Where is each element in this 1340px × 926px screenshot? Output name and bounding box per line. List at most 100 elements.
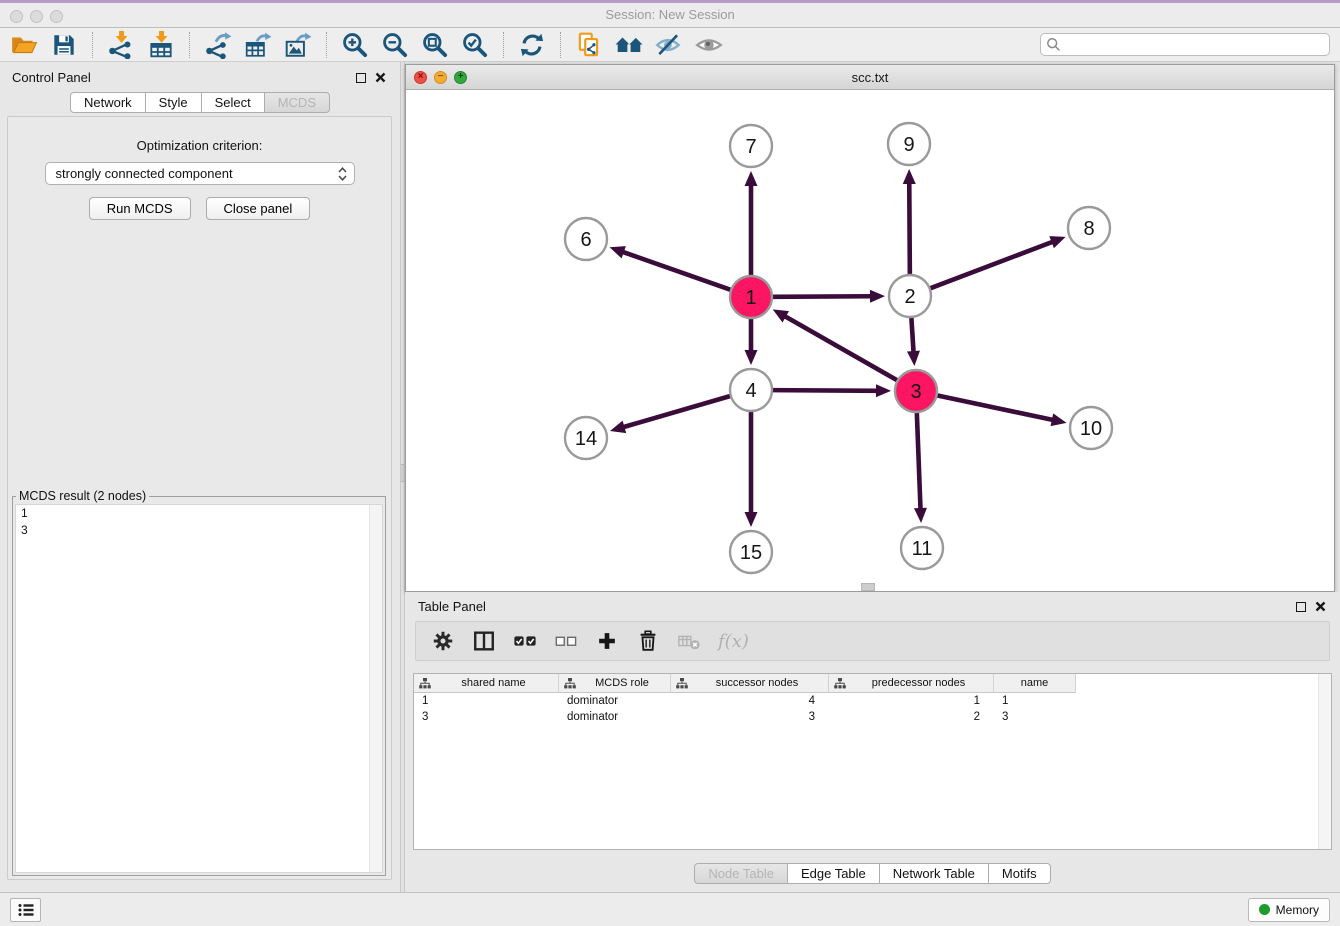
result-scrollbar[interactable]	[369, 505, 382, 872]
graph-edge-3-10[interactable]	[938, 396, 1054, 421]
refresh-layout-icon[interactable]	[518, 31, 546, 59]
new-network-from-selection-icon[interactable]	[575, 31, 603, 59]
mcds-result-list[interactable]: 1 3	[15, 504, 383, 873]
zoom-window-icon[interactable]	[50, 10, 63, 23]
float-table-panel-icon[interactable]	[1296, 602, 1306, 612]
tab-edge-table[interactable]: Edge Table	[787, 863, 880, 884]
graph-edge-2-8[interactable]	[931, 241, 1054, 288]
search-input[interactable]	[1040, 33, 1330, 56]
status-bar: Memory	[0, 892, 1340, 926]
add-row-icon[interactable]	[595, 629, 619, 653]
network-close-icon[interactable]: ×	[414, 71, 427, 84]
show-all-eye-icon[interactable]	[695, 31, 723, 59]
import-table-icon[interactable]	[147, 31, 175, 59]
graph-node-label: 3	[910, 381, 921, 403]
tab-mcds[interactable]: MCDS	[264, 92, 330, 113]
network-graph[interactable]: 7968124314101511	[406, 90, 1334, 591]
column-header-predecessor-nodes[interactable]: predecessor nodes	[829, 674, 994, 693]
memory-button[interactable]: Memory	[1248, 898, 1330, 922]
column-header-name[interactable]: name	[994, 674, 1076, 693]
zoom-selected-icon[interactable]	[461, 31, 489, 59]
graph-edge-2-9[interactable]	[909, 182, 910, 274]
graph-edge-4-3[interactable]	[773, 390, 878, 391]
graph-edge-3-1[interactable]	[784, 316, 897, 380]
tab-node-table[interactable]: Node Table	[694, 863, 788, 884]
hierarchy-icon	[676, 678, 688, 689]
delete-table-icon[interactable]	[677, 629, 701, 653]
network-window-title: scc.txt	[406, 70, 1334, 85]
run-mcds-button[interactable]: Run MCDS	[89, 197, 191, 220]
column-header-successor-nodes[interactable]: successor nodes	[671, 674, 829, 693]
cell-predecessor-nodes[interactable]: 2	[829, 709, 994, 725]
cell-shared-name[interactable]: 3	[414, 709, 559, 725]
cell-mcds-role[interactable]: dominator	[559, 709, 671, 725]
minimize-window-icon[interactable]	[30, 10, 43, 23]
tab-style[interactable]: Style	[145, 92, 202, 113]
first-neighbors-houses-icon[interactable]	[615, 31, 643, 59]
tab-network-table[interactable]: Network Table	[879, 863, 989, 884]
toggle-column-display-icon[interactable]	[472, 629, 496, 653]
zoom-fit-icon[interactable]	[421, 31, 449, 59]
graph-edge-1-6[interactable]	[622, 252, 730, 290]
table-row[interactable]: 1 dominator 4 1 1	[414, 693, 1331, 709]
import-network-icon[interactable]	[107, 31, 135, 59]
column-settings-gear-icon[interactable]	[431, 629, 455, 653]
zoom-in-icon[interactable]	[341, 31, 369, 59]
tab-motifs[interactable]: Motifs	[988, 863, 1051, 884]
cell-successor-nodes[interactable]: 4	[671, 693, 829, 709]
save-session-icon[interactable]	[50, 31, 78, 59]
graph-node-label: 2	[904, 286, 915, 308]
graph-edge-3-11[interactable]	[917, 413, 921, 510]
export-network-icon[interactable]	[204, 31, 232, 59]
hide-selected-eye-slash-icon[interactable]	[655, 31, 683, 59]
network-minimize-icon[interactable]: −	[434, 71, 447, 84]
cell-name[interactable]: 1	[994, 693, 1076, 709]
tab-select[interactable]: Select	[201, 92, 265, 113]
float-panel-icon[interactable]	[356, 73, 366, 83]
table-row[interactable]: 3 dominator 3 2 3	[414, 709, 1331, 725]
graph-edge-arrowhead	[745, 171, 758, 186]
cell-mcds-role[interactable]: dominator	[559, 693, 671, 709]
deselect-all-rows-icon[interactable]	[554, 629, 578, 653]
search-box[interactable]	[1040, 33, 1330, 56]
cell-predecessor-nodes[interactable]: 1	[829, 693, 994, 709]
column-header-shared-name[interactable]: shared name	[414, 674, 559, 693]
control-panel-title: Control Panel	[12, 70, 91, 85]
main-toolbar	[0, 28, 1340, 62]
export-image-icon[interactable]	[284, 31, 312, 59]
close-panel-icon[interactable]	[375, 72, 386, 83]
task-history-button[interactable]	[10, 898, 41, 922]
select-all-rows-icon[interactable]	[513, 629, 537, 653]
network-window-resize-grip[interactable]	[861, 583, 875, 591]
window-controls[interactable]	[10, 10, 63, 23]
network-zoom-icon[interactable]: +	[454, 71, 467, 84]
result-line: 3	[16, 522, 382, 539]
graph-edge-1-2[interactable]	[773, 296, 872, 297]
tab-network[interactable]: Network	[70, 92, 146, 113]
graph-edge-2-3[interactable]	[911, 318, 913, 353]
table-panel-title: Table Panel	[418, 599, 486, 614]
zoom-out-icon[interactable]	[381, 31, 409, 59]
cell-successor-nodes[interactable]: 3	[671, 709, 829, 725]
column-header-mcds-role[interactable]: MCDS role	[559, 674, 671, 693]
cell-shared-name[interactable]: 1	[414, 693, 559, 709]
function-builder-icon[interactable]: f(x)	[718, 631, 749, 652]
cell-name[interactable]: 3	[994, 709, 1076, 725]
table-scrollbar[interactable]	[1318, 674, 1331, 849]
network-window-titlebar[interactable]: scc.txt × − +	[406, 65, 1334, 90]
graph-node-label: 4	[745, 380, 756, 402]
close-window-icon[interactable]	[10, 10, 23, 23]
criterion-select[interactable]: strongly connected component	[45, 162, 355, 185]
export-table-icon[interactable]	[244, 31, 272, 59]
close-panel-button[interactable]: Close panel	[206, 197, 311, 220]
table-header-row: shared name MCDS role successor nodes pr…	[414, 674, 1331, 693]
node-table: shared name MCDS role successor nodes pr…	[413, 673, 1332, 850]
panel-divider-grip[interactable]	[401, 464, 404, 482]
open-session-icon[interactable]	[10, 31, 38, 59]
delete-selected-rows-icon[interactable]	[636, 629, 660, 653]
graph-edge-arrowhead	[870, 290, 885, 303]
close-table-panel-icon[interactable]	[1315, 601, 1326, 612]
network-canvas[interactable]: 7968124314101511	[406, 90, 1334, 591]
graph-edge-4-14[interactable]	[622, 396, 729, 427]
graph-node-label: 10	[1080, 418, 1102, 440]
